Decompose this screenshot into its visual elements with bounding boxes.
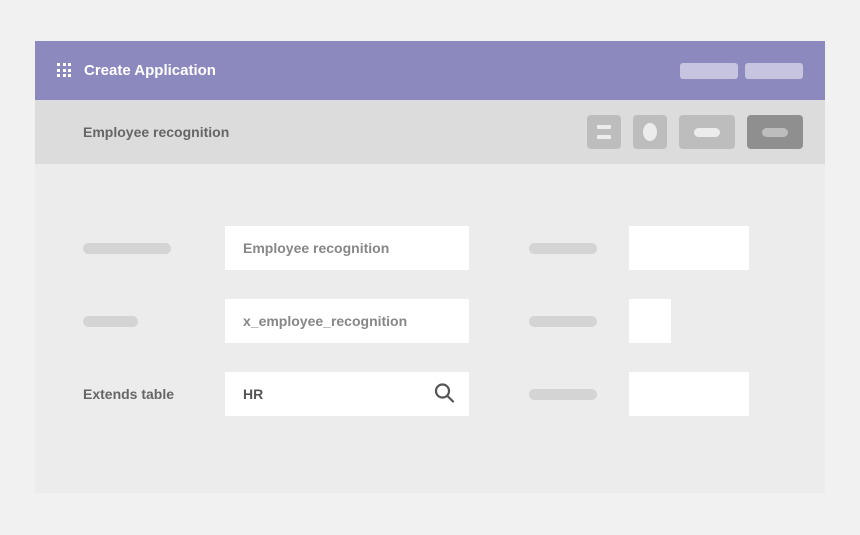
application-window: Create Application Employee recognition — [35, 41, 825, 493]
search-icon[interactable] — [433, 382, 455, 407]
toggle-button-2-active[interactable] — [747, 115, 803, 149]
form-area: Employee recognition x_employee_recognit… — [35, 164, 825, 416]
toggle-button-1[interactable] — [679, 115, 735, 149]
form-row: x_employee_recognition — [83, 299, 777, 343]
app-header: Create Application — [35, 41, 825, 100]
field-label-placeholder — [529, 243, 597, 254]
view-user-button[interactable] — [633, 115, 667, 149]
pill-icon — [762, 128, 788, 137]
sub-header: Employee recognition — [35, 100, 825, 164]
scope-field[interactable]: x_employee_recognition — [225, 299, 469, 343]
header-action-2[interactable] — [745, 63, 803, 79]
person-icon — [643, 123, 657, 141]
secondary-field-small[interactable] — [629, 299, 671, 343]
header-action-1[interactable] — [680, 63, 738, 79]
field-value: x_employee_recognition — [243, 313, 407, 329]
field-label-placeholder — [529, 316, 597, 327]
field-label-placeholder — [83, 243, 171, 254]
name-field[interactable]: Employee recognition — [225, 226, 469, 270]
form-row: Extends table HR — [83, 372, 777, 416]
field-label-placeholder — [83, 316, 138, 327]
field-label-placeholder — [529, 389, 597, 400]
form-row: Employee recognition — [83, 226, 777, 270]
subheader-title: Employee recognition — [83, 124, 229, 140]
apps-grid-icon[interactable] — [57, 63, 72, 78]
view-list-button[interactable] — [587, 115, 621, 149]
field-value: HR — [243, 386, 263, 402]
list-icon — [597, 125, 611, 139]
secondary-field[interactable] — [629, 226, 749, 270]
extends-table-field[interactable]: HR — [225, 372, 469, 416]
extends-table-label: Extends table — [83, 386, 174, 402]
field-value: Employee recognition — [243, 240, 389, 256]
header-title: Create Application — [84, 62, 216, 79]
secondary-field[interactable] — [629, 372, 749, 416]
pill-icon — [694, 128, 720, 137]
